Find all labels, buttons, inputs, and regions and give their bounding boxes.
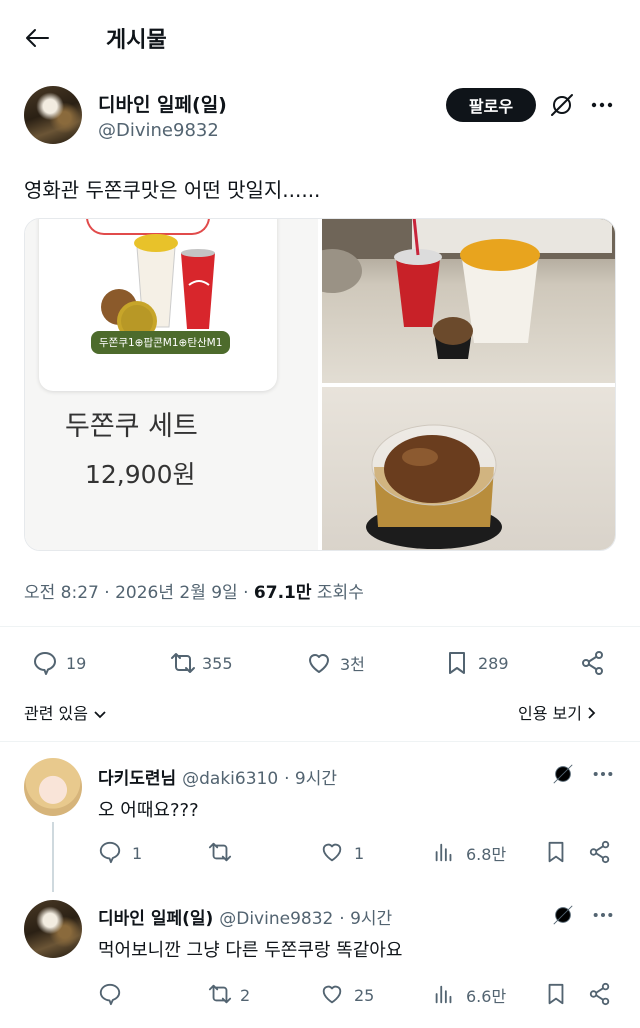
author-handle[interactable]: @Divine9832 <box>98 120 219 141</box>
repost-icon <box>206 982 232 1008</box>
more-options-icon[interactable] <box>592 763 614 785</box>
more-options-icon[interactable] <box>592 904 614 926</box>
reply-button[interactable] <box>98 982 132 1008</box>
share-icon <box>588 982 614 1008</box>
related-label: 관련 있음 <box>24 704 88 723</box>
reply-icon <box>98 840 124 866</box>
reply-header: 디바인 일페(일) @Divine9832 · 9시간 <box>98 904 392 929</box>
post-text: 영화관 두쫀쿠맛은 어떤 맛일지...... <box>24 178 321 202</box>
bookmark-icon <box>444 650 470 676</box>
back-arrow-icon[interactable] <box>24 26 50 50</box>
view-quotes-link[interactable]: 인용 보기 <box>518 700 597 724</box>
heart-icon <box>306 650 332 676</box>
views-icon <box>432 840 458 866</box>
author-avatar[interactable] <box>24 86 82 144</box>
set-illustration <box>101 234 215 339</box>
repost-button[interactable]: 355 <box>168 650 233 676</box>
quotes-label: 인용 보기 <box>518 704 582 723</box>
reply-text: 오 어때요??? <box>98 800 199 821</box>
heart-icon <box>320 982 346 1008</box>
reply-handle[interactable]: @Divine9832 <box>219 909 333 929</box>
repost-icon <box>168 650 195 676</box>
cinema-counter-photo[interactable] <box>322 219 615 383</box>
cookie-photo-drawing <box>366 424 502 549</box>
like-count: 3천 <box>340 655 365 674</box>
set-price: 12,900원 <box>85 460 196 489</box>
like-button[interactable]: 1 <box>320 840 364 866</box>
meta-dot: · <box>284 769 295 789</box>
reply-button[interactable]: 19 <box>32 650 86 676</box>
cinema-photo-drawing <box>322 219 615 359</box>
menu-card: 두쫀쿠1⊕팝콘M1⊕탄산M1 <box>39 219 277 391</box>
bookmark-button[interactable] <box>544 982 570 1008</box>
bookmark-icon <box>544 982 570 1008</box>
related-toggle[interactable]: 관련 있음 <box>24 700 107 724</box>
reply-icon <box>32 650 58 676</box>
reply-avatar[interactable] <box>24 758 82 816</box>
cookie-photo[interactable] <box>322 387 615 550</box>
reply-time[interactable]: 9시간 <box>295 769 337 789</box>
heart-icon <box>320 840 346 866</box>
reply-button[interactable]: 1 <box>98 840 142 866</box>
like-button[interactable]: 25 <box>320 982 374 1008</box>
reply-handle[interactable]: @daki6310 <box>182 769 278 789</box>
chevron-right-icon <box>587 705 597 724</box>
bookmark-count: 289 <box>478 653 509 673</box>
views-count: 67.1만 <box>253 583 312 603</box>
more-options-icon[interactable] <box>590 94 614 116</box>
bookmark-button[interactable]: 289 <box>444 650 509 676</box>
meta-dot: · <box>339 909 351 929</box>
divider <box>0 741 640 742</box>
grok-icon[interactable] <box>551 903 575 927</box>
follow-button[interactable]: 팔로우 <box>446 88 536 122</box>
repost-button[interactable]: 2 <box>206 982 250 1008</box>
views-icon <box>432 982 458 1008</box>
post-meta: 오전 8:27 · 2026년 2월 9일 · 67.1만 조회수 <box>24 578 364 603</box>
reply-author-name[interactable]: 다키도련님 <box>98 769 176 789</box>
share-icon <box>580 650 606 676</box>
meta-dot: · <box>104 583 116 603</box>
reply-text: 먹어보니깐 그냥 다른 두쫀쿠랑 똑같아요 <box>98 940 403 961</box>
author-name[interactable]: 디바인 일페(일) <box>98 90 227 117</box>
divider <box>0 626 640 627</box>
grok-icon[interactable] <box>551 762 575 786</box>
reply-count: 19 <box>66 653 87 673</box>
views-button[interactable]: 6.6만 <box>432 982 506 1008</box>
bookmark-icon <box>544 840 570 866</box>
share-icon <box>588 840 614 866</box>
set-name: 두쫀쿠 세트 <box>65 411 198 442</box>
views-label: 조회수 <box>316 583 364 603</box>
post-media-grid[interactable]: 두쫀쿠1⊕팝콘M1⊕탄산M1 두쫀쿠 세트 12,900원 <box>24 218 616 551</box>
page-title: 게시물 <box>106 28 167 53</box>
post-date[interactable]: 2026년 2월 9일 <box>115 583 238 603</box>
thread-line <box>52 822 54 892</box>
share-button[interactable] <box>588 982 614 1008</box>
views-count: 6.6만 <box>466 987 507 1006</box>
reply-count: 1 <box>132 843 143 863</box>
reply-icon <box>98 982 124 1008</box>
views-count: 6.8만 <box>466 845 507 864</box>
like-button[interactable]: 3천 <box>306 650 365 676</box>
repost-count: 2 <box>240 985 251 1005</box>
bookmark-button[interactable] <box>544 840 570 866</box>
share-button[interactable] <box>588 840 614 866</box>
repost-button[interactable] <box>206 840 240 866</box>
reply-author-name[interactable]: 디바인 일페(일) <box>98 909 213 929</box>
views-button[interactable]: 6.8만 <box>432 840 506 866</box>
share-button[interactable] <box>580 650 606 676</box>
like-count: 1 <box>354 843 365 863</box>
grok-icon[interactable] <box>549 92 575 118</box>
repost-icon <box>206 840 232 866</box>
reply-avatar[interactable] <box>24 900 82 958</box>
menu-photo[interactable]: 두쫀쿠1⊕팝콘M1⊕탄산M1 두쫀쿠 세트 12,900원 <box>25 219 318 550</box>
reply-header: 다키도련님 @daki6310 · 9시간 <box>98 764 337 789</box>
like-count: 25 <box>354 985 375 1005</box>
chevron-down-icon <box>93 705 107 724</box>
meta-dot: · <box>243 583 254 603</box>
repost-count: 355 <box>202 653 233 673</box>
post-time[interactable]: 오전 8:27 <box>24 583 99 603</box>
reply-time[interactable]: 9시간 <box>350 909 392 929</box>
menu-badge: 두쫀쿠1⊕팝콘M1⊕탄산M1 <box>91 331 231 354</box>
